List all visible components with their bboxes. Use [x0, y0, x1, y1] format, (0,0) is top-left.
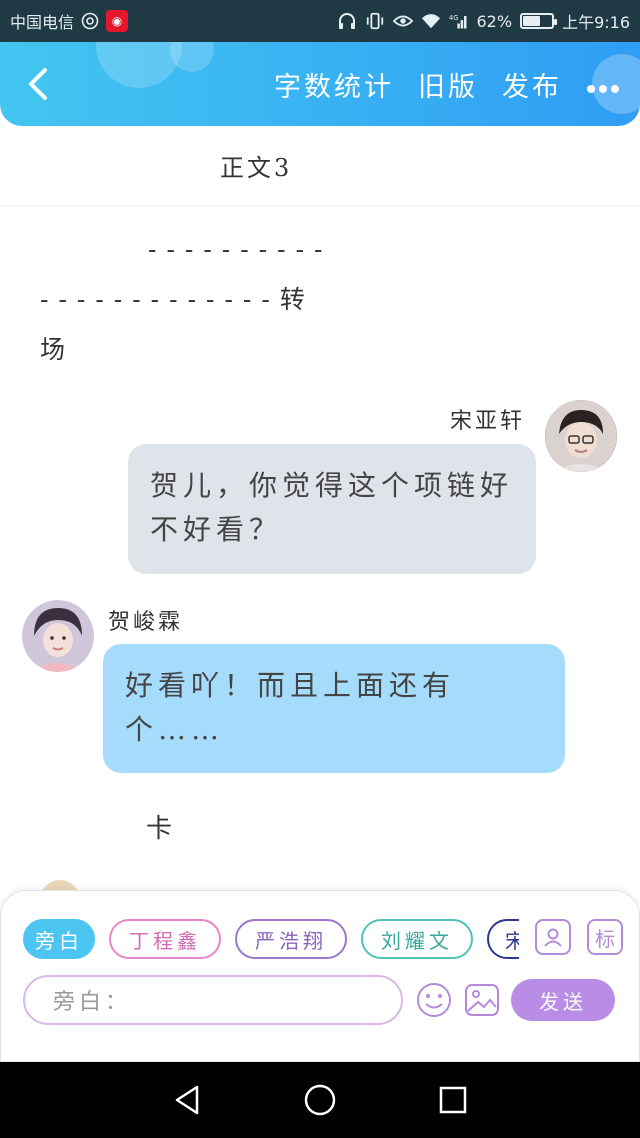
narration-line[interactable]: 卡 [146, 808, 172, 845]
character-manage-icon[interactable] [535, 919, 571, 955]
status-bar: 中国电信 ◉ 4G 62% 上午9:16 [0, 0, 640, 42]
narration-line: -------------转 [40, 285, 315, 314]
emoji-icon[interactable] [415, 981, 453, 1019]
send-button[interactable]: 发送 [511, 979, 615, 1021]
chip-narrator[interactable]: 旁白 [23, 919, 95, 959]
nav-home-button[interactable] [300, 1080, 340, 1120]
message-bubble-right[interactable]: 贺儿，你觉得这个项链好不好看？ [128, 444, 536, 574]
battery-percent: 62% [476, 11, 513, 31]
battery-fill [523, 16, 541, 26]
headphones-icon [337, 11, 357, 31]
decorative-bubble [170, 42, 214, 72]
carrier-label: 中国电信 [10, 13, 75, 32]
image-icon[interactable] [463, 981, 501, 1019]
network-type-label: 4G [449, 14, 458, 22]
message-input[interactable]: 旁白： [23, 975, 403, 1025]
composer-panel: 旁白 丁程鑫 严浩翔 刘耀文 宋 标 旁白： 发送 [0, 890, 640, 1062]
battery-icon [520, 13, 558, 29]
character-chip-list[interactable]: 旁白 丁程鑫 严浩翔 刘耀文 宋 [23, 919, 519, 963]
nav-recents-button[interactable] [433, 1080, 473, 1120]
speaker-name-left: 贺峻霖 [108, 610, 184, 635]
narration-block[interactable]: ---------- -------------转 场 [40, 225, 500, 375]
more-options-button[interactable] [586, 68, 620, 101]
system-nav-bar [0, 1062, 640, 1138]
avatar[interactable] [22, 600, 94, 672]
old-version-button[interactable]: 旧版 [418, 65, 478, 104]
chapter-title[interactable]: 正文3 [220, 148, 292, 183]
avatar[interactable] [545, 400, 617, 472]
chevron-left-icon [29, 68, 47, 100]
speaker-name-right: 宋亚轩 [450, 409, 526, 434]
triangle-back-icon [175, 1085, 198, 1115]
circle-home-icon [304, 1084, 336, 1116]
message-bubble-left[interactable]: 好看吖！而且上面还有个…… [103, 644, 565, 773]
top-header: 字数统计 旧版 发布 [0, 42, 640, 126]
publish-button[interactable]: 发布 [502, 65, 562, 104]
back-button[interactable] [18, 62, 58, 106]
word-count-button[interactable]: 字数统计 [274, 65, 394, 104]
more-dots-icon [587, 84, 619, 93]
clock: 上午9:16 [562, 13, 630, 32]
vibrate-icon [365, 11, 385, 31]
eye-comfort-icon [392, 11, 413, 31]
chip-character[interactable]: 宋 [487, 919, 519, 959]
signal-icon: 4G [449, 11, 469, 31]
chip-character[interactable]: 严浩翔 [235, 919, 347, 959]
nav-back-button[interactable] [167, 1080, 207, 1120]
chip-character[interactable]: 丁程鑫 [109, 919, 221, 959]
chip-character[interactable]: 刘耀文 [361, 919, 473, 959]
chapter-title-row: 正文3 [0, 126, 640, 206]
wifi-icon [421, 11, 441, 31]
narration-line: 场 [40, 335, 66, 364]
square-recents-icon [440, 1086, 467, 1114]
narration-line: ---------- [148, 235, 333, 264]
weibo-icon: ◉ [106, 10, 129, 32]
mark-button[interactable]: 标 [587, 919, 623, 955]
netease-music-icon [80, 11, 100, 31]
